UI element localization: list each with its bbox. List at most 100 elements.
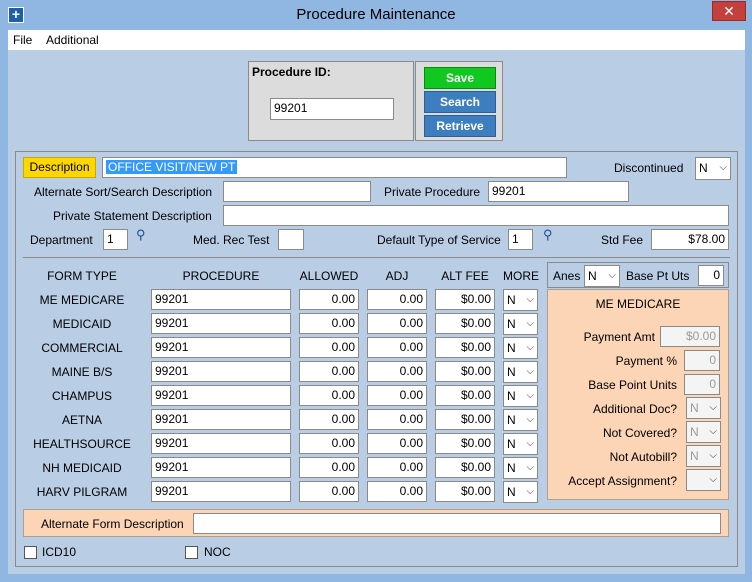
description-input[interactable]: OFFICE VISIT/NEW PT [102, 157, 567, 178]
adj-cell[interactable]: 0.00 [367, 385, 427, 406]
search-button[interactable]: Search [424, 91, 496, 113]
chevron-down-icon: ⌵ [526, 294, 534, 305]
menu-file[interactable]: File [13, 33, 32, 47]
menu-additional[interactable]: Additional [46, 33, 99, 47]
header-adj: ADJ [385, 269, 409, 283]
procedure-id-panel: Procedure ID: 99201 [248, 61, 414, 141]
alt-fee-cell[interactable]: $0.00 [435, 313, 495, 334]
allowed-cell[interactable]: 0.00 [299, 385, 359, 406]
chevron-down-icon: ⌵ [709, 426, 717, 437]
form-type-cell: HARV PILGRAM [36, 485, 128, 499]
adj-cell[interactable]: 0.00 [367, 289, 427, 310]
allowed-cell[interactable]: 0.00 [299, 457, 359, 478]
more-select[interactable]: N ⌵ [503, 361, 538, 383]
adj-cell[interactable]: 0.00 [367, 481, 427, 502]
close-button[interactable]: ✕ [712, 1, 746, 21]
save-button[interactable]: Save [424, 67, 496, 89]
magnifier-icon[interactable]: ⚲ [543, 227, 553, 243]
procedure-id-input[interactable]: 99201 [270, 98, 394, 120]
adj-cell[interactable]: 0.00 [367, 433, 427, 454]
more-select[interactable]: N ⌵ [503, 289, 538, 311]
table-row: COMMERCIAL 99201 0.00 0.00 $0.00 N ⌵ [23, 337, 544, 359]
retrieve-button[interactable]: Retrieve [424, 115, 496, 137]
allowed-cell[interactable]: 0.00 [299, 433, 359, 454]
private-procedure-input[interactable]: 99201 [488, 181, 629, 202]
chevron-down-icon: ⌵ [526, 462, 534, 473]
table-row: NH MEDICAID 99201 0.00 0.00 $0.00 N ⌵ [23, 457, 544, 479]
procedure-cell[interactable]: 99201 [151, 433, 291, 454]
adj-cell[interactable]: 0.00 [367, 313, 427, 334]
header-more: MORE [503, 269, 539, 283]
allowed-cell[interactable]: 0.00 [299, 409, 359, 430]
chevron-down-icon: ⌵ [526, 318, 534, 329]
alt-fee-cell[interactable]: $0.00 [435, 457, 495, 478]
chevron-down-icon: ⌵ [709, 402, 717, 413]
table-row: HARV PILGRAM 99201 0.00 0.00 $0.00 N ⌵ [23, 481, 544, 503]
more-select[interactable]: N ⌵ [503, 337, 538, 359]
menu-bar: File Additional [8, 30, 745, 50]
not-covered-select[interactable]: N ⌵ [686, 421, 721, 443]
allowed-cell[interactable]: 0.00 [299, 313, 359, 334]
allowed-cell[interactable]: 0.00 [299, 337, 359, 358]
more-select[interactable]: N ⌵ [503, 433, 538, 455]
anes-select[interactable]: N ⌵ [584, 265, 620, 287]
alt-form-desc-input[interactable] [193, 513, 721, 534]
alt-fee-cell[interactable]: $0.00 [435, 409, 495, 430]
procedure-cell[interactable]: 99201 [151, 409, 291, 430]
procedure-cell[interactable]: 99201 [151, 337, 291, 358]
allowed-cell[interactable]: 0.00 [299, 361, 359, 382]
payer-detail-panel: ME MEDICARE Payment Amt $0.00 Payment % … [547, 289, 729, 500]
procedure-cell[interactable]: 99201 [151, 313, 291, 334]
alt-fee-cell[interactable]: $0.00 [435, 481, 495, 502]
alt-fee-cell[interactable]: $0.00 [435, 337, 495, 358]
base-point-units-label: Base Point Units [588, 378, 677, 392]
more-value: N [507, 389, 516, 403]
form-type-cell: COMMERCIAL [41, 341, 123, 355]
icd10-checkbox[interactable] [24, 546, 37, 559]
more-select[interactable]: N ⌵ [503, 481, 538, 503]
private-procedure-label: Private Procedure [384, 185, 481, 199]
accept-assignment-select[interactable]: ⌵ [686, 469, 721, 491]
additional-doc-select[interactable]: N ⌵ [686, 397, 721, 419]
more-select[interactable]: N ⌵ [503, 457, 538, 479]
adj-cell[interactable]: 0.00 [367, 409, 427, 430]
magnifier-icon[interactable]: ⚲ [136, 227, 146, 243]
payment-pct-input[interactable]: 0 [684, 350, 720, 371]
payment-pct-label: Payment % [615, 354, 677, 368]
procedure-cell[interactable]: 99201 [151, 385, 291, 406]
table-row: CHAMPUS 99201 0.00 0.00 $0.00 N ⌵ [23, 385, 544, 407]
alt-sort-input[interactable] [223, 181, 371, 202]
alt-fee-cell[interactable]: $0.00 [435, 385, 495, 406]
payment-amt-input[interactable]: $0.00 [660, 326, 720, 347]
procedure-cell[interactable]: 99201 [151, 361, 291, 382]
private-statement-input[interactable] [223, 205, 729, 226]
procedure-cell[interactable]: 99201 [151, 481, 291, 502]
allowed-cell[interactable]: 0.00 [299, 289, 359, 310]
adj-cell[interactable]: 0.00 [367, 361, 427, 382]
payment-amt-label: Payment Amt [583, 330, 655, 344]
more-select[interactable]: N ⌵ [503, 385, 538, 407]
procedure-cell[interactable]: 99201 [151, 289, 291, 310]
default-tos-input[interactable]: 1 [508, 229, 533, 250]
alt-fee-cell[interactable]: $0.00 [435, 433, 495, 454]
noc-checkbox[interactable] [185, 546, 198, 559]
adj-cell[interactable]: 0.00 [367, 457, 427, 478]
alt-fee-cell[interactable]: $0.00 [435, 289, 495, 310]
more-select[interactable]: N ⌵ [503, 313, 538, 335]
not-autobill-select[interactable]: N ⌵ [686, 445, 721, 467]
more-select[interactable]: N ⌵ [503, 409, 538, 431]
default-tos-label: Default Type of Service [377, 233, 501, 247]
std-fee-input[interactable]: $78.00 [651, 229, 729, 250]
base-pt-uts-input[interactable]: 0 [698, 265, 724, 286]
allowed-cell[interactable]: 0.00 [299, 481, 359, 502]
discontinued-select[interactable]: N ⌵ [695, 157, 731, 180]
base-point-units-input[interactable]: 0 [684, 374, 720, 395]
divider [23, 257, 730, 258]
procedure-cell[interactable]: 99201 [151, 457, 291, 478]
icd10-label: ICD10 [42, 545, 77, 559]
adj-cell[interactable]: 0.00 [367, 337, 427, 358]
med-rec-test-input[interactable] [278, 229, 304, 250]
alt-fee-cell[interactable]: $0.00 [435, 361, 495, 382]
department-input[interactable]: 1 [103, 229, 128, 250]
not-autobill-value: N [690, 449, 699, 463]
